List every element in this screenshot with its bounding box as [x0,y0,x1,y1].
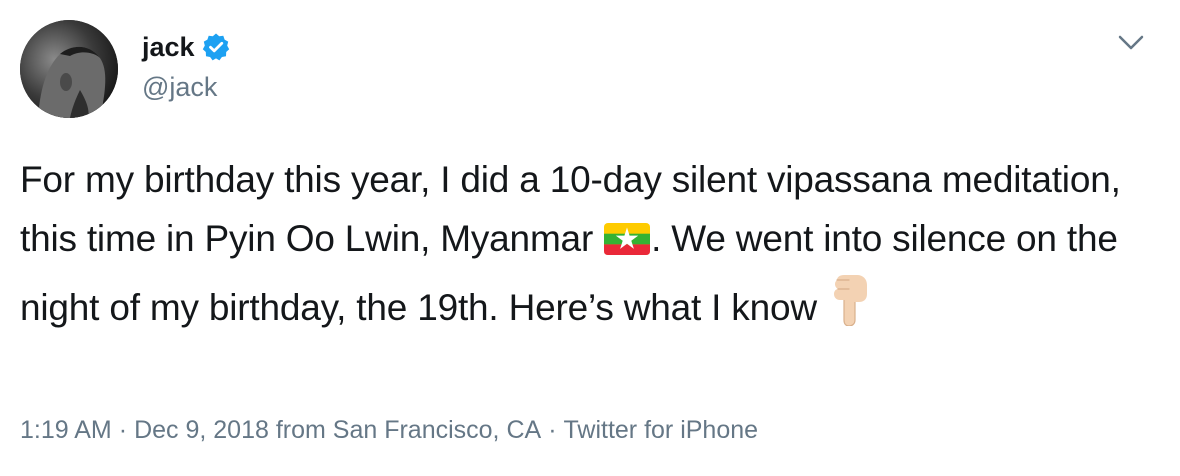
tweet-metadata: 1:19 AM · Dec 9, 2018 from San Francisco, … [20,416,758,445]
separator-dot: · [118,416,128,444]
tweet-card: jack @jack For my birthday this year, I … [0,0,1180,476]
verified-badge-icon [201,32,231,62]
tweet-date-location[interactable]: Dec 9, 2018 from San Francisco, CA [134,416,541,444]
avatar[interactable] [20,20,118,118]
myanmar-flag-icon [603,215,651,274]
display-name[interactable]: jack [142,32,195,63]
pointing-down-hand-icon [827,274,871,343]
separator-dot: · [548,416,557,444]
tweet-text: For my birthday this year, I did a 10-da… [20,150,1150,343]
chevron-down-icon[interactable] [1116,30,1146,54]
user-handle[interactable]: @jack [142,72,231,103]
author-block: jack @jack [142,30,231,103]
tweet-source-link[interactable]: Twitter for iPhone [564,416,759,444]
tweet-time[interactable]: 1:19 AM [20,416,112,444]
